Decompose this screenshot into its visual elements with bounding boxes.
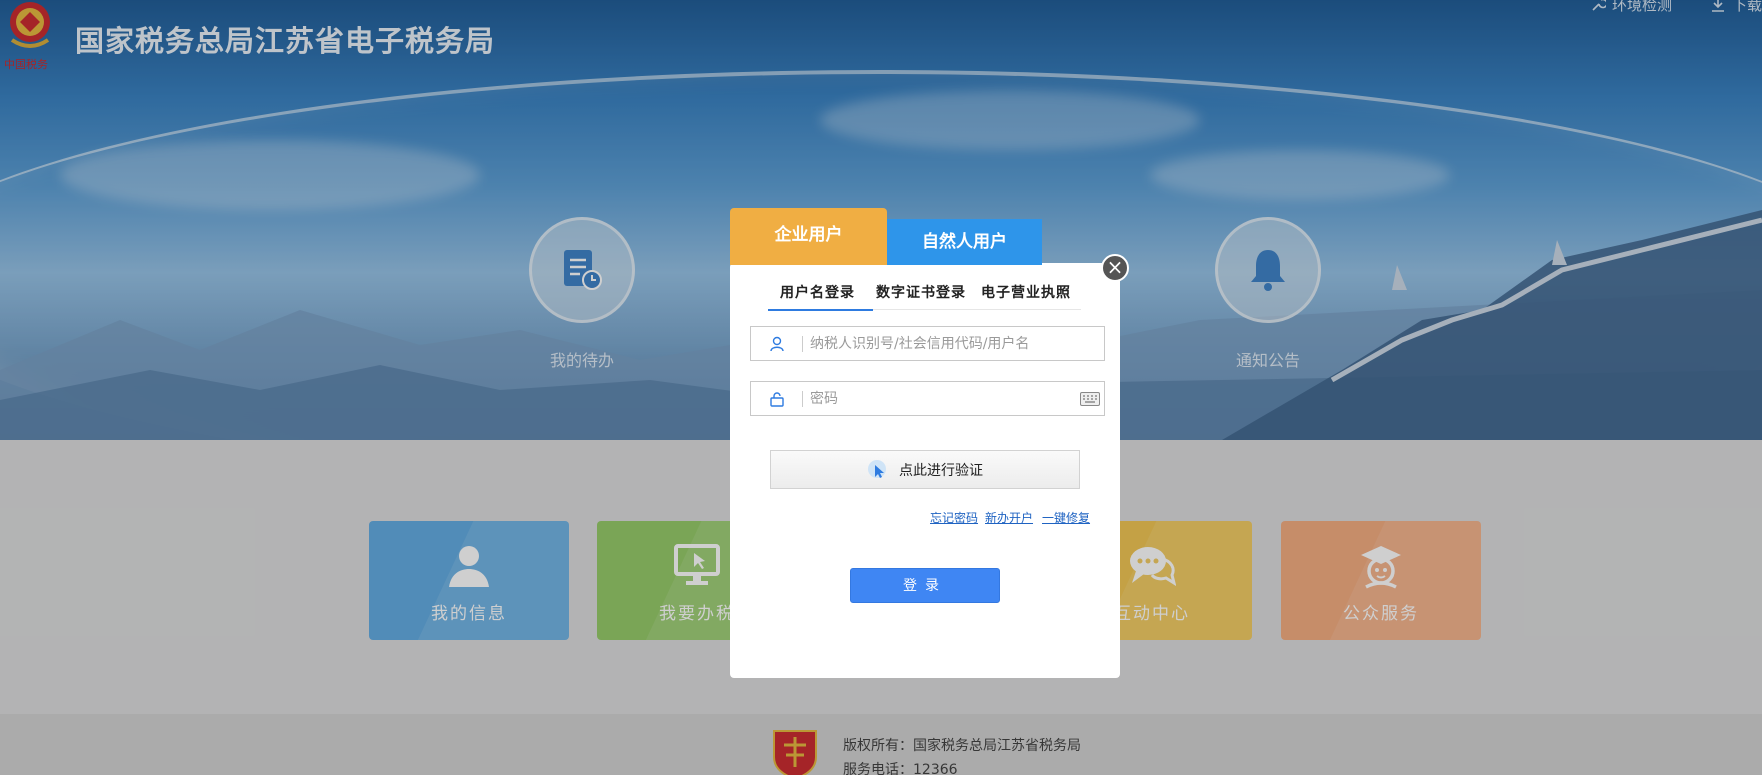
- username-input[interactable]: [810, 333, 1080, 355]
- tab-business-license-login[interactable]: 电子营业执照: [981, 282, 1071, 302]
- forgot-password-link[interactable]: 忘记密码: [930, 509, 978, 526]
- tab-username-login[interactable]: 用户名登录: [768, 282, 873, 311]
- verify-label: 点此进行验证: [899, 462, 983, 479]
- lock-icon: [770, 392, 784, 407]
- login-method-tabs: 用户名登录 数字证书登录 电子营业执照: [768, 280, 1081, 311]
- one-click-repair-link[interactable]: 一键修复: [1042, 509, 1090, 526]
- verify-button[interactable]: 点此进行验证: [770, 450, 1080, 489]
- field-separator: [802, 391, 803, 407]
- close-icon[interactable]: ×: [1101, 254, 1129, 282]
- field-separator: [802, 336, 803, 352]
- keyboard-icon[interactable]: [1080, 392, 1100, 406]
- user-icon: [770, 336, 784, 352]
- username-field[interactable]: [750, 326, 1105, 361]
- password-field[interactable]: [750, 381, 1105, 416]
- verify-cursor-icon: [868, 459, 886, 478]
- tab-enterprise-user[interactable]: 企业用户: [730, 208, 887, 265]
- password-input[interactable]: [810, 388, 1080, 410]
- tab-certificate-login[interactable]: 数字证书登录: [876, 282, 966, 302]
- tab-natural-person-user[interactable]: 自然人用户: [887, 219, 1042, 265]
- register-link[interactable]: 新办开户: [985, 509, 1033, 526]
- login-button[interactable]: 登录: [850, 568, 1000, 603]
